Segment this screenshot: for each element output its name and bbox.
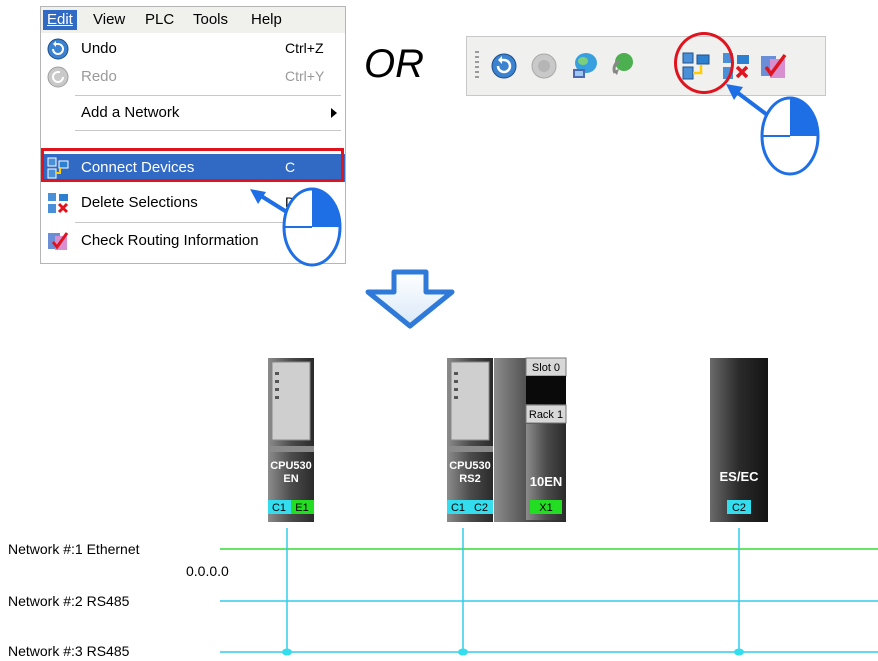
click-pointer-icon [250,187,342,267]
menu-item-label: Redo [81,68,117,85]
menu-item-label: Add a Network [81,104,180,121]
menu-item-label: Undo [81,40,117,57]
menu-item-label: Check Routing Information [81,232,259,249]
network-diagram: CPU530 EN C1 E1 CPU530 RS2 C1 C2 Slot 0 … [220,357,878,656]
delete-selections-icon [48,193,69,214]
port-label: C2 [732,502,746,514]
ip-address-label: 0.0.0.0 [186,563,229,579]
rack-label: Rack 1 [529,409,563,421]
connect-devices-highlight [41,148,344,182]
menu-bar: Edit View PLC Tools Help [41,7,345,34]
module-name: 10EN [530,474,563,489]
redo-icon[interactable] [529,51,559,81]
click-pointer-icon [726,84,820,176]
menu-item-undo[interactable]: Undo Ctrl+Z [41,35,345,63]
menu-separator [75,95,341,96]
toolbar-grip[interactable] [475,51,479,81]
network-label-1: Network #:1 Ethernet [8,541,140,557]
network-icon[interactable] [569,51,599,81]
submenu-arrow-icon [331,108,337,118]
refresh-network-icon[interactable] [607,51,637,81]
menu-plc[interactable]: PLC [141,10,178,30]
device-10en-module[interactable]: Slot 0 Rack 1 10EN X1 [494,357,567,522]
menu-separator [75,130,341,131]
network-label-3: Network #:3 RS485 [8,643,130,659]
menu-view[interactable]: View [89,10,129,30]
device-name-line2: EN [283,473,298,485]
device-name-line2: RS2 [459,473,480,485]
port-label: C1 [451,502,465,514]
connection-node[interactable] [458,648,468,656]
menu-item-shortcut: Ctrl+Z [285,40,324,56]
menu-edit-label: Edit [47,11,73,28]
undo-icon[interactable] [489,51,519,81]
port-label: X1 [539,502,552,514]
menu-edit[interactable]: Edit [43,10,77,30]
redo-icon [47,66,69,88]
menu-help[interactable]: Help [247,10,286,30]
down-arrow-icon [365,269,455,329]
network-label-2: Network #:2 RS485 [8,593,130,609]
undo-icon [47,38,69,60]
device-cpu530-en[interactable]: CPU530 EN C1 E1 [268,358,314,522]
slot-label: Slot 0 [532,362,560,374]
device-name-line1: CPU530 [449,460,491,472]
device-name-line1: CPU530 [270,460,312,472]
port-label: C2 [474,502,488,514]
device-name-line1: ES/EC [719,469,759,484]
device-cpu530-rs2[interactable]: CPU530 RS2 C1 C2 [447,358,493,522]
menu-tools[interactable]: Tools [189,10,232,30]
menu-item-label: Delete Selections [81,194,198,211]
port-label: C1 [272,502,286,514]
device-es-ec[interactable]: ES/EC C2 [710,358,768,522]
connection-node[interactable] [734,648,744,656]
menu-item-redo[interactable]: Redo Ctrl+Y [41,63,345,91]
check-routing-icon [48,232,69,250]
connection-node[interactable] [282,648,292,656]
menu-item-shortcut: Ctrl+Y [285,68,325,84]
or-label: OR [364,42,424,86]
port-label: E1 [295,502,308,514]
menu-item-add-network[interactable]: Add a Network [41,99,345,127]
